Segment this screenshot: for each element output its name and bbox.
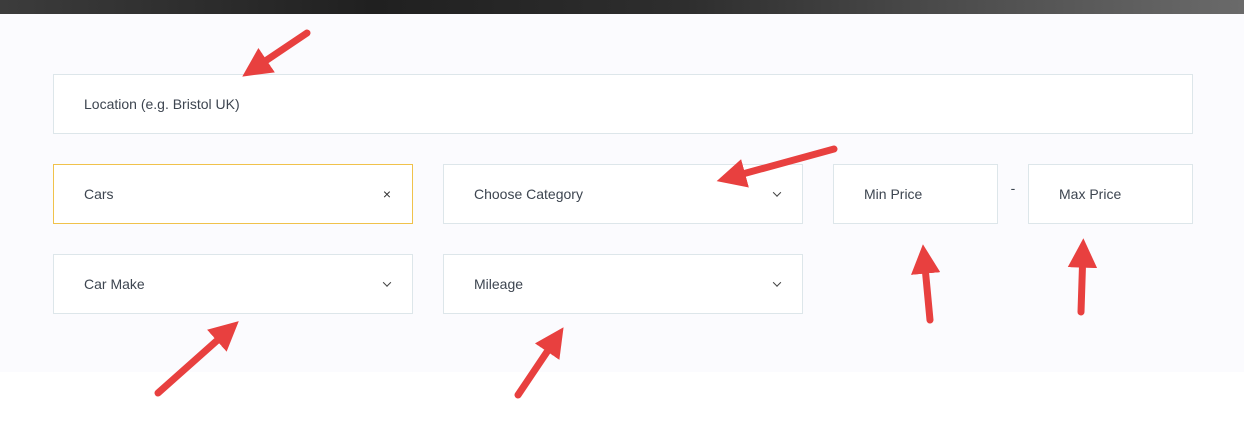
location-input[interactable]: Location (e.g. Bristol UK): [53, 74, 1193, 134]
location-placeholder: Location (e.g. Bristol UK): [84, 96, 240, 112]
car-make-select[interactable]: Car Make: [53, 254, 413, 314]
car-make-placeholder: Car Make: [84, 276, 145, 292]
chevron-down-icon: [770, 187, 784, 201]
mileage-placeholder: Mileage: [474, 276, 524, 292]
min-price-placeholder: Min Price: [864, 186, 923, 202]
price-separator: -: [1010, 180, 1016, 196]
chevron-down-icon: [770, 277, 784, 291]
max-price-placeholder: Max Price: [1059, 186, 1122, 202]
mileage-select[interactable]: Mileage: [443, 254, 803, 314]
min-price-input[interactable]: Min Price: [833, 164, 998, 224]
vehicle-type-select[interactable]: Cars ×: [53, 164, 413, 224]
chevron-down-icon: [380, 277, 394, 291]
clear-icon[interactable]: ×: [380, 186, 394, 202]
vehicle-type-value: Cars: [84, 186, 114, 202]
category-placeholder: Choose Category: [474, 186, 583, 202]
max-price-input[interactable]: Max Price: [1028, 164, 1193, 224]
hero-image-strip: [0, 0, 1244, 14]
category-select[interactable]: Choose Category: [443, 164, 803, 224]
